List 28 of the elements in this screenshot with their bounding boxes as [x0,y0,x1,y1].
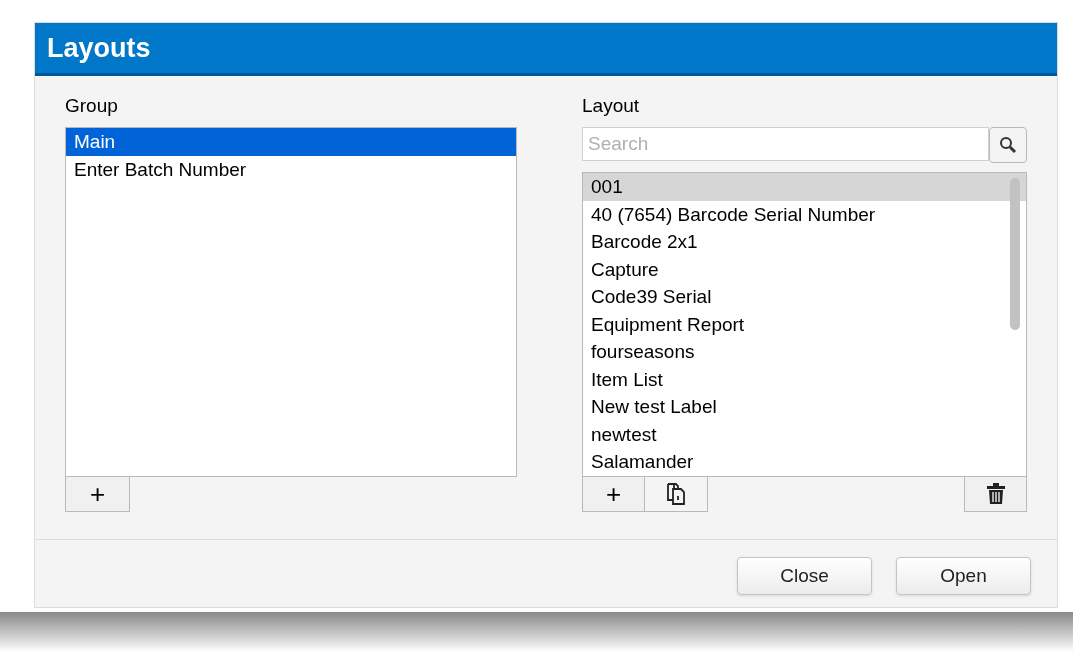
list-item[interactable]: fourseasons [583,338,1026,366]
search-button[interactable] [989,127,1027,163]
list-item[interactable]: New test Label [583,393,1026,421]
list-item[interactable]: newtest [583,420,1026,448]
search-field[interactable]: Search [582,127,989,161]
list-item[interactable]: 40 (7654) Barcode Serial Number [583,200,1026,228]
add-group-button[interactable]: + [65,477,130,512]
list-item[interactable]: Enter Batch Number [66,155,516,183]
list-item[interactable]: Code39 Serial [583,283,1026,311]
duplicate-button[interactable] [645,477,708,512]
scrollbar[interactable] [1010,178,1020,330]
list-item[interactable]: Barcode 2x1 [583,228,1026,256]
list-item[interactable]: Item List [583,365,1026,393]
dialog-button[interactable]: Close [737,557,872,595]
search-icon [999,136,1017,154]
list-item[interactable]: Equipment Report [583,310,1026,338]
list-item[interactable]: 001 [583,173,1026,201]
dialog-button[interactable]: Open [896,557,1031,595]
trash-icon [985,482,1006,506]
group-label: Group [65,94,119,117]
list-item[interactable]: Capture [583,255,1026,283]
list-item[interactable]: Main [66,128,516,156]
window-title: Layouts [47,31,151,65]
list-item[interactable]: Salamander [583,448,1026,476]
add-layout-button[interactable]: + [582,477,645,512]
copy-icon [665,482,687,506]
layout-label: Layout [582,94,641,117]
delete-button[interactable] [964,477,1027,512]
